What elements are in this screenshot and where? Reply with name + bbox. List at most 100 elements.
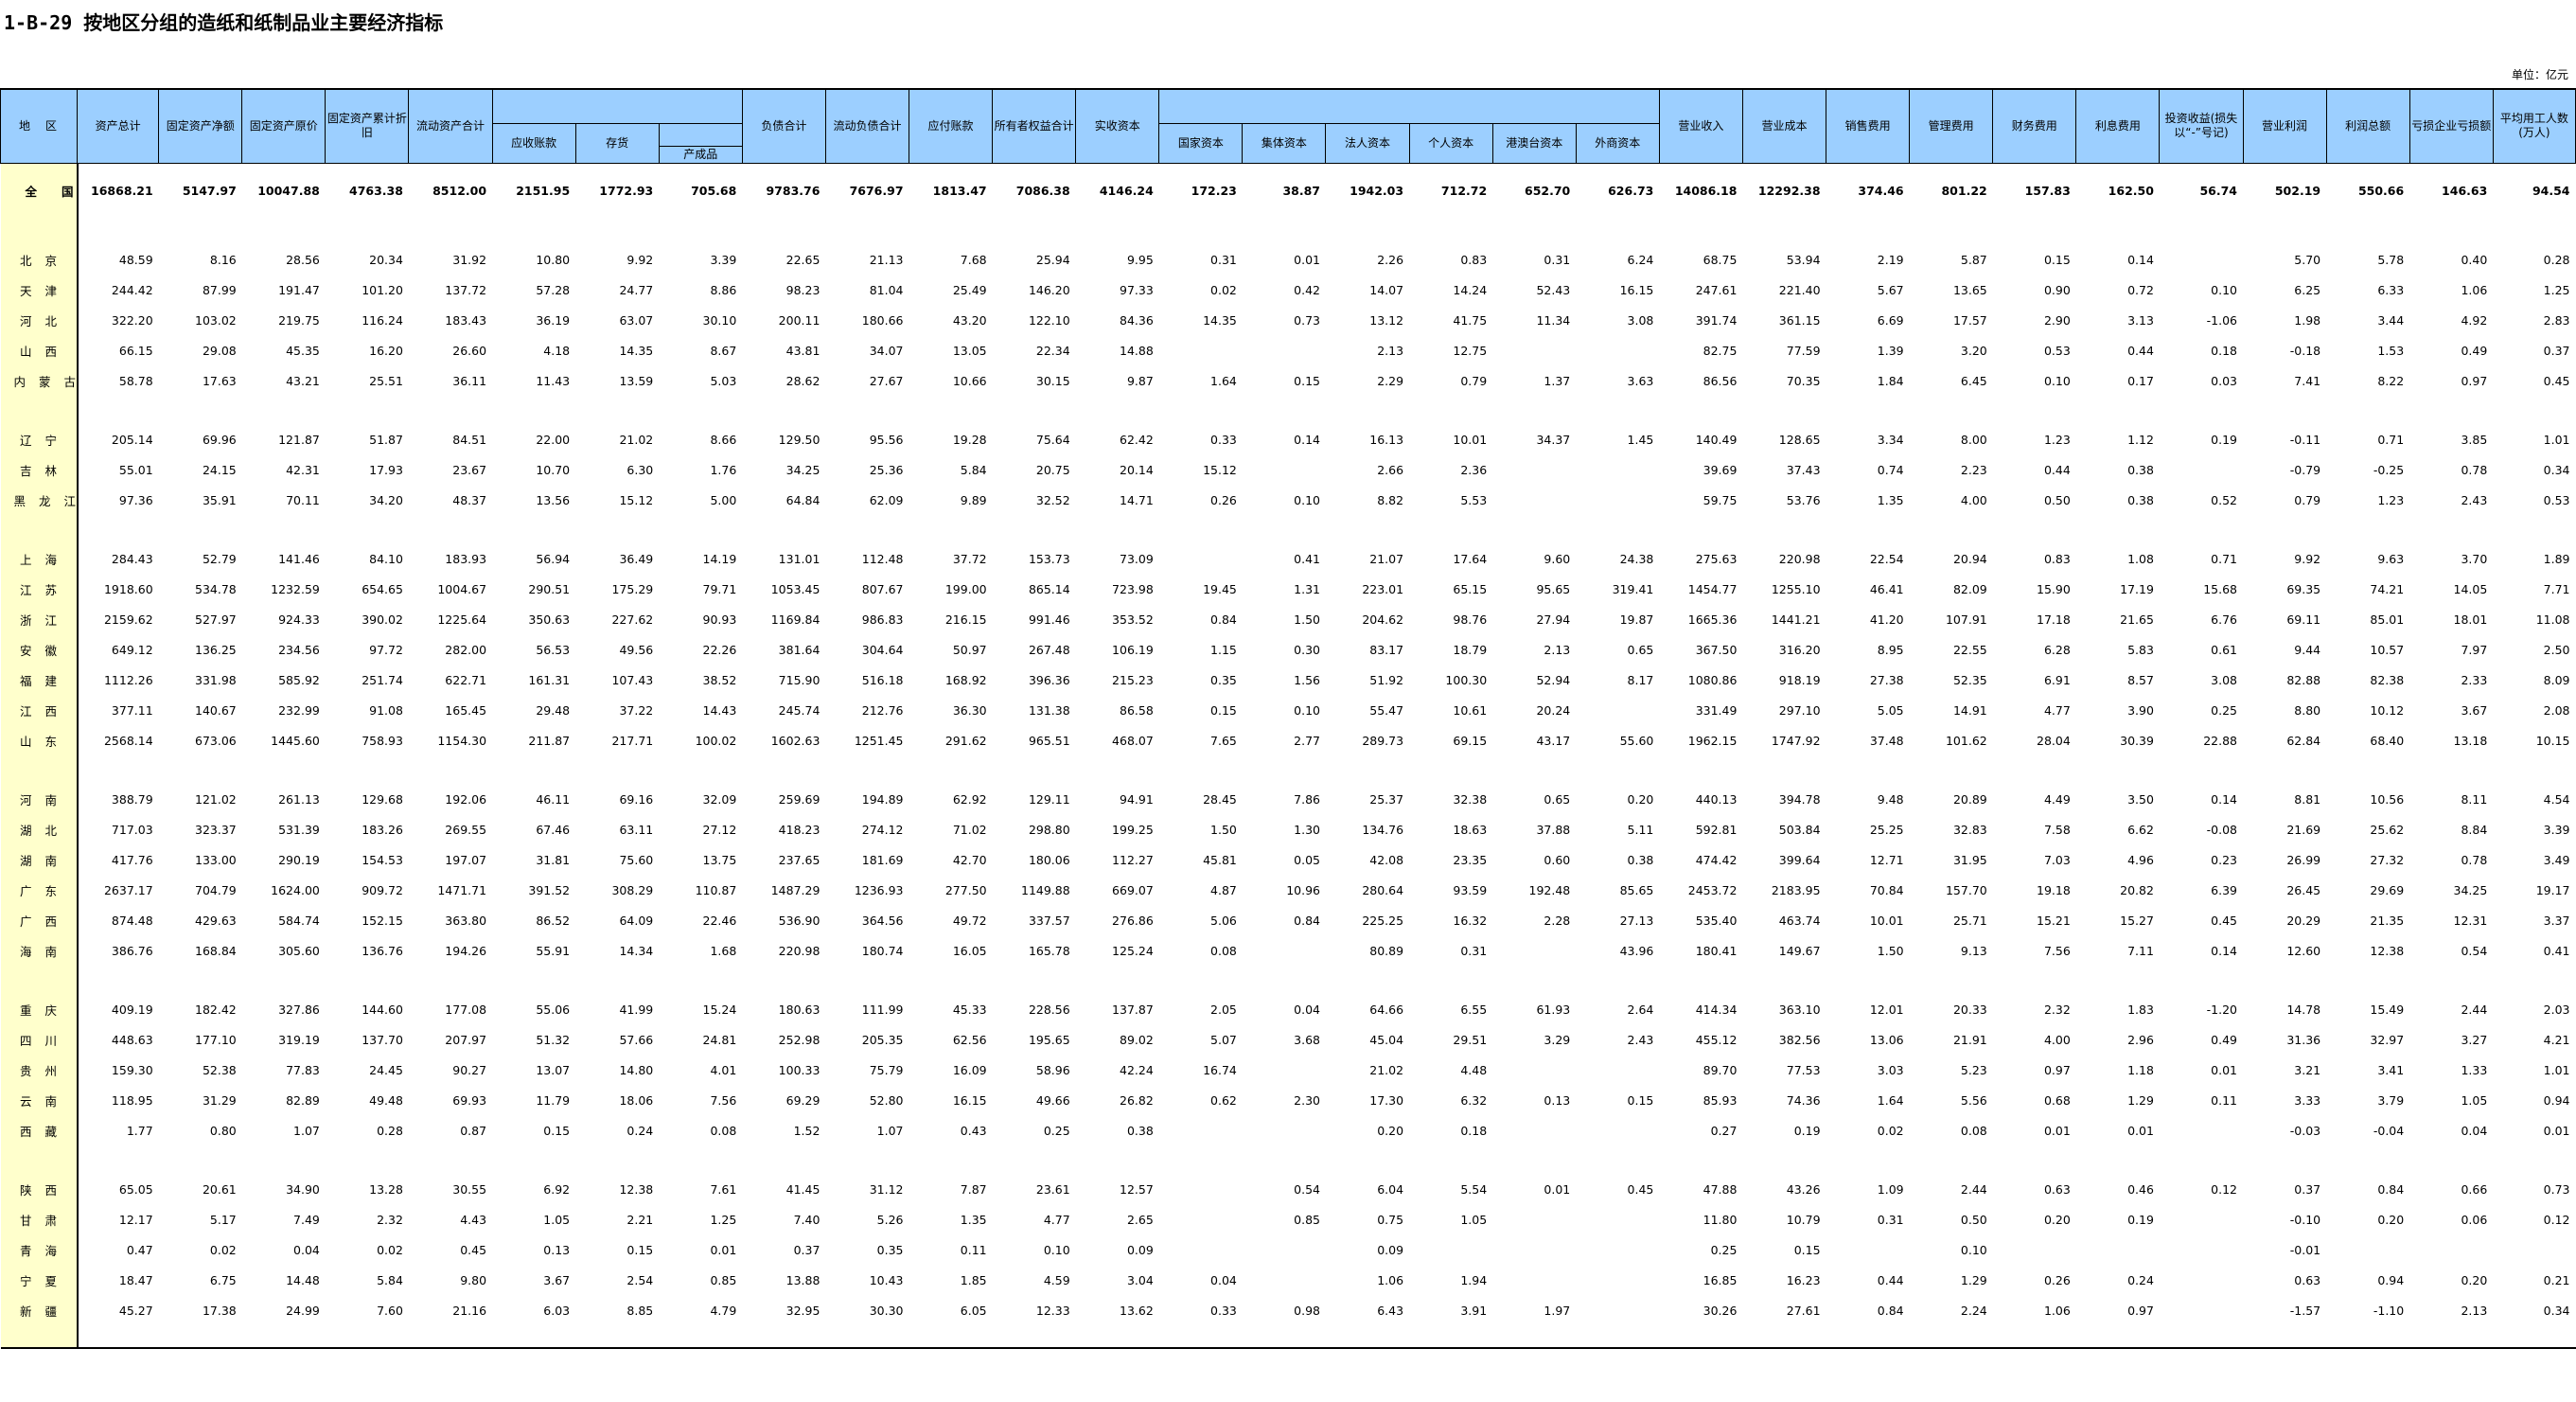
- value-cell: 418.23: [778, 823, 820, 837]
- value-cell: 97.72: [369, 643, 403, 657]
- value-cell: 0.33: [1210, 433, 1237, 447]
- value-cell: 159.30: [111, 1063, 153, 1077]
- header-state: 国家资本: [1158, 122, 1244, 164]
- header-current-assets: 流动资产合计: [408, 88, 493, 164]
- region-cell: 吉林: [0, 454, 79, 486]
- value-cell: 6.04: [1377, 1182, 1404, 1197]
- value-cell: 182.42: [195, 1003, 237, 1017]
- value-cell: 0.19: [2127, 1213, 2154, 1227]
- value-cell: 5.06: [1210, 914, 1237, 928]
- value-cell: 48.37: [452, 493, 487, 507]
- value-cell: 20.14: [1120, 463, 1154, 477]
- value-cell: 15.49: [2370, 1003, 2405, 1017]
- region-cell: 福建: [0, 665, 79, 696]
- spacer-cell: [78, 967, 2576, 995]
- value-cell: 36.49: [619, 552, 654, 566]
- value-cell: 59.75: [1703, 493, 1738, 507]
- value-cell: 0.15: [2043, 253, 2071, 267]
- value-cell: 712.72: [1440, 184, 1488, 198]
- value-cell: 13.56: [536, 493, 571, 507]
- value-cell: 7.60: [377, 1304, 403, 1318]
- value-cell: 0.66: [2461, 1182, 2488, 1197]
- value-cell: 26.45: [2286, 883, 2321, 897]
- value-cell: 0.79: [2294, 493, 2321, 507]
- value-cell: 1.50: [1210, 823, 1237, 837]
- value-cell: 37.72: [952, 552, 987, 566]
- value-cell: 12.60: [2286, 944, 2321, 958]
- value-cell: 2.23: [1960, 463, 1987, 477]
- value-cell: 0.34: [2543, 1304, 2570, 1318]
- value-cell: 75.60: [619, 853, 654, 867]
- value-cell: 0.61: [2211, 643, 2238, 657]
- value-cell: 128.65: [1778, 433, 1821, 447]
- value-cell: 327.86: [278, 1003, 320, 1017]
- region-cell: 山西: [0, 335, 79, 366]
- header-fixed-net: 固定资产净额: [158, 88, 243, 164]
- value-cell: 290.51: [528, 582, 571, 596]
- value-cell: 3.34: [1877, 433, 1904, 447]
- spacer-row: [0, 755, 2576, 785]
- value-cell: 440.13: [1695, 792, 1738, 807]
- value-cell: 5.54: [1460, 1182, 1488, 1197]
- value-cell: 24.45: [369, 1063, 403, 1077]
- value-cell: 0.10: [1294, 703, 1320, 718]
- value-cell: 12.71: [1869, 853, 1904, 867]
- value-cell: 61.93: [1536, 1003, 1571, 1017]
- value-cell: 0.12: [2211, 1182, 2238, 1197]
- value-cell: 77.59: [1786, 344, 1821, 358]
- value-cell: 0.85: [1294, 1213, 1320, 1227]
- value-cell: 86.52: [536, 914, 571, 928]
- value-cell: 34.37: [1536, 433, 1571, 447]
- value-cell: 2.03: [2543, 1003, 2570, 1017]
- value-cell: 9783.76: [766, 184, 820, 198]
- value-cell: 3.68: [1294, 1033, 1320, 1047]
- value-cell: 1.18: [2127, 1063, 2154, 1077]
- value-cell: 1.97: [1544, 1304, 1571, 1318]
- value-cell: 14086.18: [1674, 184, 1738, 198]
- region-cell: 贵州: [0, 1055, 79, 1086]
- value-cell: 6.33: [2377, 283, 2405, 297]
- value-cell: 17.18: [2037, 612, 2071, 627]
- value-cell: 0.11: [2211, 1093, 2238, 1108]
- value-cell: 14.24: [1453, 283, 1488, 297]
- value-cell: 134.76: [1362, 823, 1404, 837]
- value-cell: [1492, 1205, 1576, 1235]
- value-cell: 1.56: [1294, 673, 1320, 687]
- value-cell: 21.69: [2286, 823, 2321, 837]
- value-cell: 3.39: [710, 253, 737, 267]
- value-cell: 30.26: [1703, 1304, 1738, 1318]
- value-cell: 55.01: [118, 463, 153, 477]
- value-cell: 0.84: [1877, 1304, 1904, 1318]
- value-cell: 1225.64: [437, 612, 487, 627]
- value-cell: 180.74: [861, 944, 904, 958]
- value-cell: 12.57: [1120, 1182, 1154, 1197]
- value-cell: 0.08: [710, 1124, 737, 1138]
- region-cell: [0, 755, 79, 785]
- value-cell: 622.71: [445, 673, 487, 687]
- value-cell: 82.38: [2370, 673, 2405, 687]
- value-cell: [1576, 1235, 1659, 1266]
- table-row: 内蒙古 58.78 17.63 43.21 25.51 36.11 11.43 13.59 5.…: [0, 365, 2576, 397]
- value-cell: 304.64: [861, 643, 904, 657]
- value-cell: 2.29: [1377, 374, 1404, 388]
- header-foreign: 外商资本: [1575, 122, 1660, 164]
- value-cell: 1.06: [2461, 283, 2488, 297]
- value-cell: 20.82: [2120, 883, 2154, 897]
- value-cell: 6.75: [209, 1273, 237, 1287]
- value-cell: 5.67: [1877, 283, 1904, 297]
- value-cell: 234.56: [278, 643, 320, 657]
- value-cell: 0.45: [2543, 374, 2570, 388]
- value-cell: 0.49: [2461, 344, 2488, 358]
- value-cell: 26.60: [452, 344, 487, 358]
- value-cell: 86.56: [1703, 374, 1738, 388]
- value-cell: 7.97: [2461, 643, 2488, 657]
- value-cell: 3.37: [2543, 914, 2570, 928]
- value-cell: 121.02: [195, 792, 237, 807]
- value-cell: 168.92: [944, 673, 987, 687]
- table-row: 江苏 1918.60 534.78 1232.59 654.65 1004.67 290.5…: [0, 574, 2576, 605]
- value-cell: 3.04: [1126, 1273, 1154, 1287]
- value-cell: [1492, 936, 1576, 967]
- value-cell: 52.35: [1952, 673, 1987, 687]
- value-cell: 0.08: [1210, 944, 1237, 958]
- region-cell: 黑龙江: [0, 485, 79, 516]
